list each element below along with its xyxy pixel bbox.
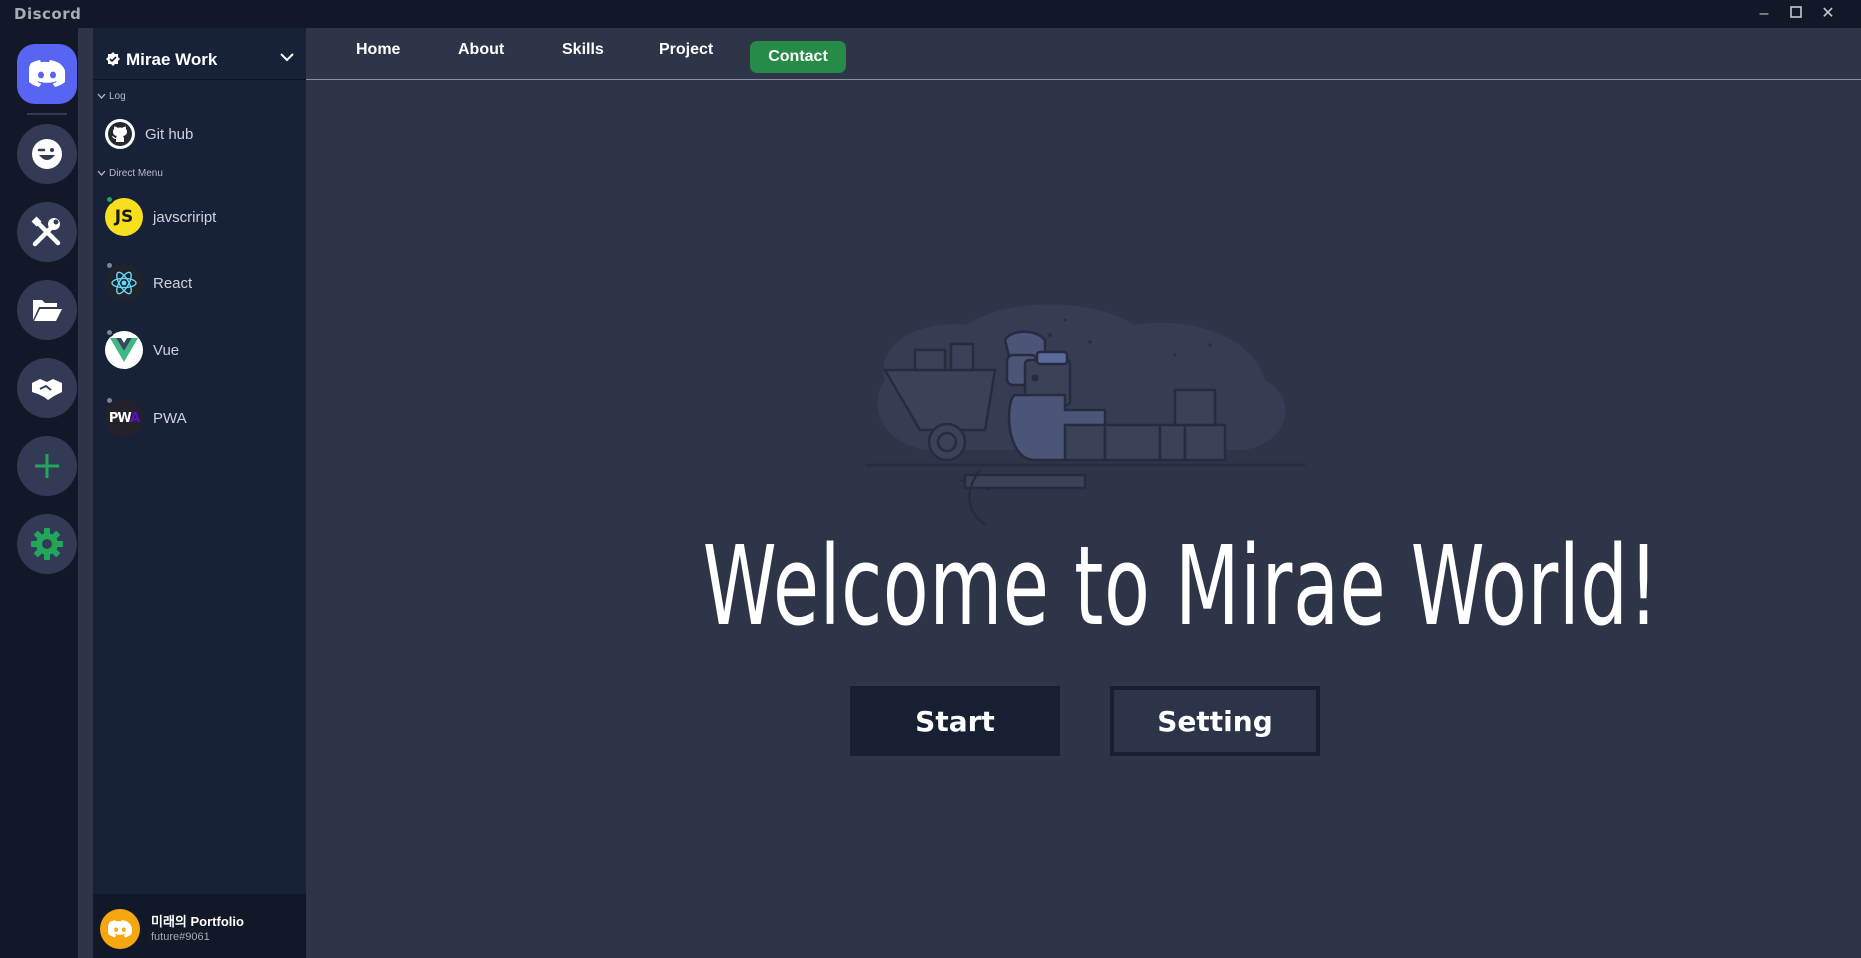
handshake-icon (32, 379, 62, 400)
gear-icon (31, 528, 63, 560)
dm-item-react[interactable]: React (105, 261, 301, 305)
setting-button[interactable]: Setting (1110, 686, 1320, 756)
rail-separator (27, 113, 67, 115)
window-title: Discord (14, 5, 82, 23)
category-log[interactable]: Log (97, 91, 126, 102)
minimize-button[interactable]: – (1749, 0, 1779, 28)
winking-face-icon (32, 139, 62, 169)
channel-sidebar: Mirae Work Log Git hub Direct Menu JS ja… (93, 28, 306, 958)
nav-about[interactable]: About (458, 41, 504, 59)
start-button[interactable]: Start (850, 686, 1060, 756)
user-name: 미래의 Portfolio (151, 914, 244, 929)
chevron-down-icon (97, 170, 106, 176)
server-projects[interactable] (17, 280, 77, 340)
dm-label: Vue (153, 341, 180, 359)
discord-logo-icon (29, 60, 65, 87)
chevron-down-icon[interactable] (280, 52, 294, 62)
pwa-logo-icon: PWA (105, 396, 143, 437)
online-status-dot (105, 195, 114, 204)
maximize-icon (1790, 6, 1802, 18)
server-badge-icon (106, 52, 120, 66)
dm-label: javscriript (153, 208, 217, 226)
category-direct-menu[interactable]: Direct Menu (97, 168, 163, 179)
offline-status-dot (105, 396, 114, 405)
offline-status-dot (105, 328, 114, 337)
dm-item-javascript[interactable]: JS javscriript (105, 195, 301, 239)
discord-logo-icon (108, 920, 132, 938)
welcome-headline: Welcome to Mirae World! (702, 522, 1660, 650)
nav-home[interactable]: Home (356, 41, 400, 59)
plus-icon (35, 454, 59, 478)
nav-project[interactable]: Project (659, 41, 713, 59)
title-bar: Discord – ✕ (0, 0, 1861, 28)
tools-icon (31, 216, 61, 247)
channel-item-github[interactable]: Git hub (105, 112, 301, 156)
github-icon (105, 119, 135, 149)
category-label: Direct Menu (109, 168, 163, 179)
server-rail (0, 28, 78, 958)
user-avatar[interactable] (100, 909, 140, 949)
dm-item-pwa[interactable]: PWA PWA (105, 396, 301, 440)
server-header[interactable]: Mirae Work (93, 28, 306, 80)
user-tag: future#9061 (151, 931, 210, 943)
dm-label: PWA (153, 409, 187, 427)
react-logo-icon (105, 261, 143, 302)
discord-home-button[interactable] (17, 44, 77, 104)
offline-status-dot (105, 261, 114, 270)
construction-illustration (865, 304, 1305, 526)
server-skills[interactable] (17, 202, 77, 262)
category-label: Log (109, 91, 126, 102)
user-panel: 미래의 Portfolio future#9061 (93, 894, 306, 958)
server-name: Mirae Work (126, 50, 218, 69)
folder-open-icon (33, 300, 62, 321)
maximize-button[interactable] (1781, 0, 1811, 28)
dm-label: React (153, 274, 193, 292)
nav-skills[interactable]: Skills (562, 41, 604, 59)
settings-server-button[interactable] (17, 514, 77, 574)
nav-contact-button[interactable]: Contact (750, 41, 846, 73)
server-emoji[interactable] (17, 124, 77, 184)
channel-label: Git hub (145, 125, 194, 143)
close-button[interactable]: ✕ (1813, 0, 1843, 28)
dm-item-vue[interactable]: Vue (105, 328, 301, 372)
add-server-button[interactable] (17, 436, 77, 496)
server-contact[interactable] (17, 358, 77, 418)
javascript-logo-icon: JS (105, 195, 143, 236)
vue-logo-icon (105, 328, 143, 369)
chevron-down-icon (97, 93, 106, 99)
top-navigation: Home About Skills Project Contact (306, 28, 1861, 80)
